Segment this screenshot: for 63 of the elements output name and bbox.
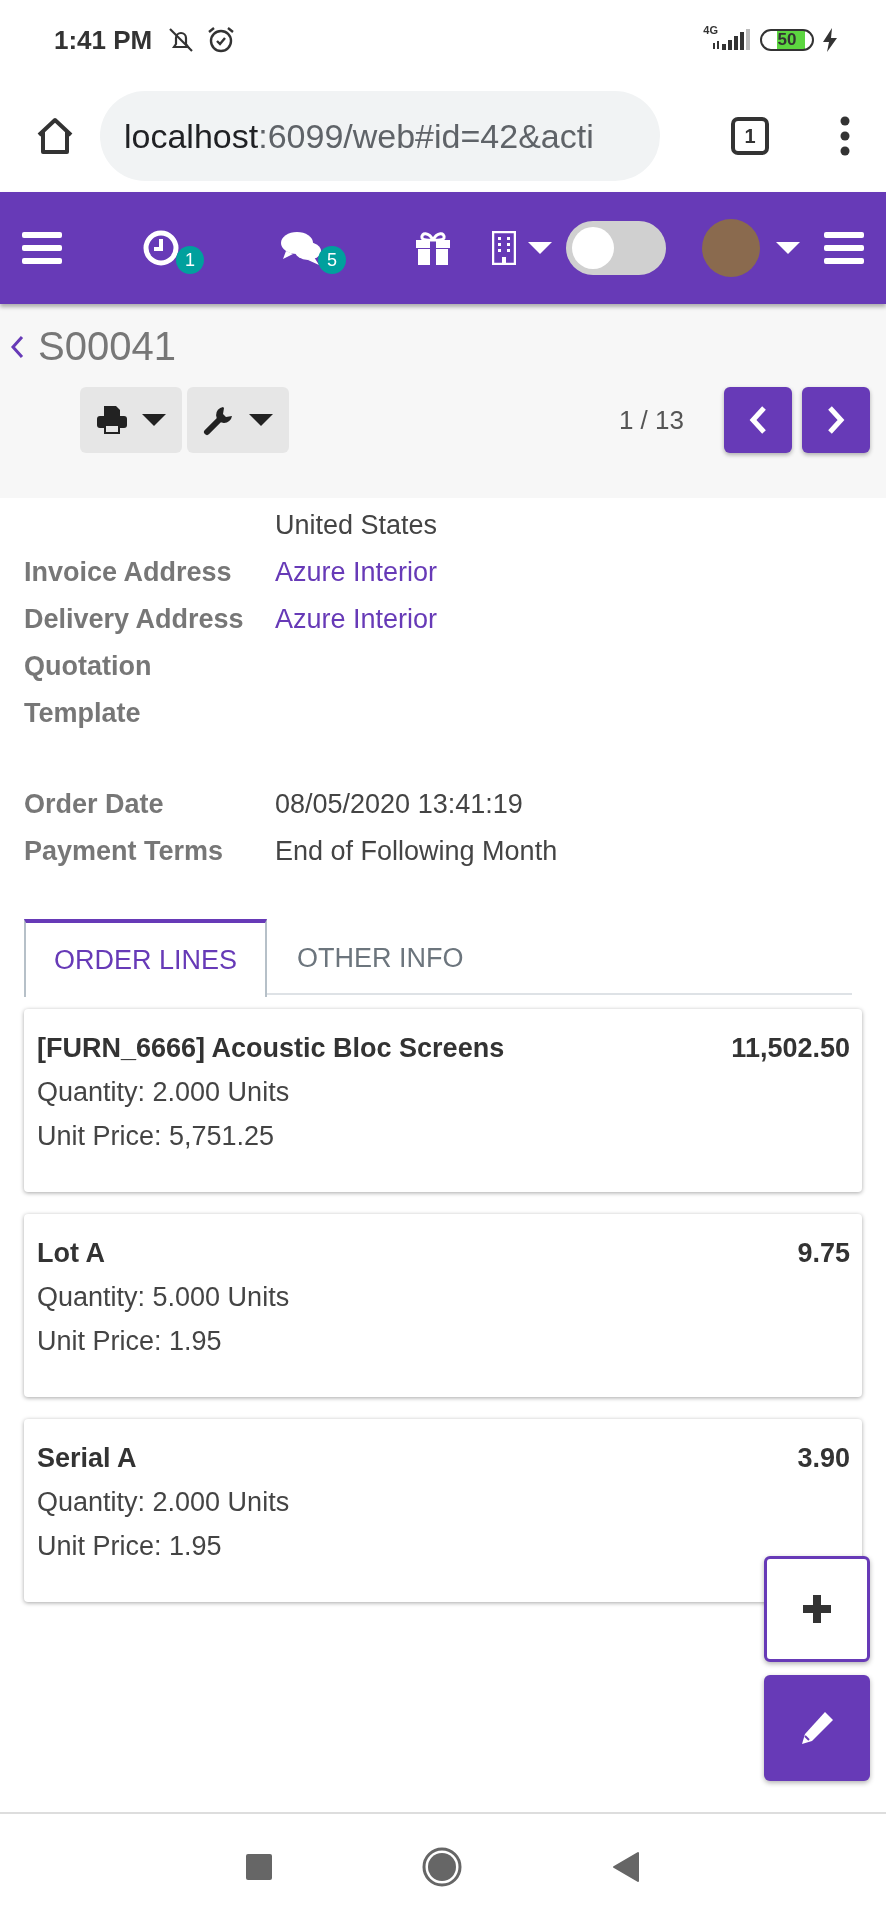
printer-icon [96,405,128,435]
action-dropdown-button[interactable] [187,387,289,453]
tab[interactable]: ORDER LINES [24,919,268,997]
pager-counter: 1 / 13 [618,404,684,436]
product-name: Lot A [37,1237,105,1270]
quantity-text: Quantity: 2.000 Units [37,1076,290,1109]
charging-bolt-icon [822,28,838,52]
gift-icon[interactable] [414,230,452,266]
menu-icon[interactable] [22,232,62,264]
network-type-label: 4G [703,24,718,36]
record-title: S00041 [38,324,176,369]
clock-time: 1:41 PM [54,24,153,56]
unit-price-text: Unit Price: 5,751.25 [37,1120,275,1153]
order-line-card[interactable]: Serial A 3.90 Quantity: 2.000 Units Unit Price: 1.95 [24,1419,862,1602]
field-link[interactable]: Azure Interior [275,596,862,643]
home-circle-icon[interactable] [422,1847,462,1887]
tab-count-button[interactable]: 1 [731,117,769,155]
more-menu-icon[interactable] [840,116,850,156]
line-subtotal: 3.90 [797,1442,850,1475]
unit-price-text: Unit Price: 1.95 [37,1325,222,1358]
field-label: Payment Terms [24,835,225,868]
address-bar[interactable]: localhost:6099/web#id=42&acti [100,91,660,181]
back-triangle-icon[interactable] [612,1851,640,1883]
chevron-right-icon [826,405,846,435]
product-name: Serial A [37,1442,137,1475]
tab[interactable]: OTHER INFO [267,919,494,995]
menu-icon[interactable] [824,232,864,264]
print-dropdown-button[interactable] [80,387,182,453]
caret-down-icon[interactable] [776,242,800,254]
field-link[interactable]: Azure Interior [275,549,862,596]
order-line-card[interactable]: Lot A 9.75 Quantity: 5.000 Units Unit Price: 1.95 [24,1214,862,1397]
wrench-icon [203,404,235,436]
battery-indicator: 50 [760,29,814,51]
previous-record-button[interactable] [724,387,792,453]
field-value: 08/05/2020 13:41:19 [275,788,524,821]
activity-count-badge: 1 [176,246,204,274]
caret-down-icon [142,414,166,426]
product-name: [FURN_6666] Acoustic Bloc Screens [37,1032,505,1065]
field-value: End of Following Month [275,835,559,868]
caret-down-icon[interactable] [528,242,552,254]
chat-bubbles-icon[interactable] [280,229,322,267]
message-count-badge: 5 [318,246,346,274]
back-chevron-icon[interactable] [10,334,24,359]
clock-icon[interactable] [142,229,180,267]
field-label: Order Date [24,788,165,821]
line-subtotal: 11,502.50 [731,1032,850,1065]
plus-icon [800,1592,834,1626]
quantity-text: Quantity: 2.000 Units [37,1486,290,1519]
chevron-left-icon [748,405,768,435]
edit-button[interactable] [764,1675,870,1781]
order-line-card[interactable]: [FURN_6666] Acoustic Bloc Screens 11,502.50 Quantity: 2.000 Units Unit Price: 5,751.25 [24,1009,862,1192]
field-label: Quotation Template [24,650,153,730]
add-button[interactable] [764,1556,870,1662]
field-label: Invoice Address [24,556,233,589]
unit-price-text: Unit Price: 1.95 [37,1530,222,1563]
field-value: United States [275,509,439,542]
caret-down-icon [249,414,273,426]
next-record-button[interactable] [802,387,870,453]
building-icon[interactable] [492,231,516,265]
toggle-switch[interactable] [566,221,666,275]
quantity-text: Quantity: 5.000 Units [37,1281,290,1314]
field-label: Delivery Address [24,603,245,636]
line-subtotal: 9.75 [797,1237,850,1270]
